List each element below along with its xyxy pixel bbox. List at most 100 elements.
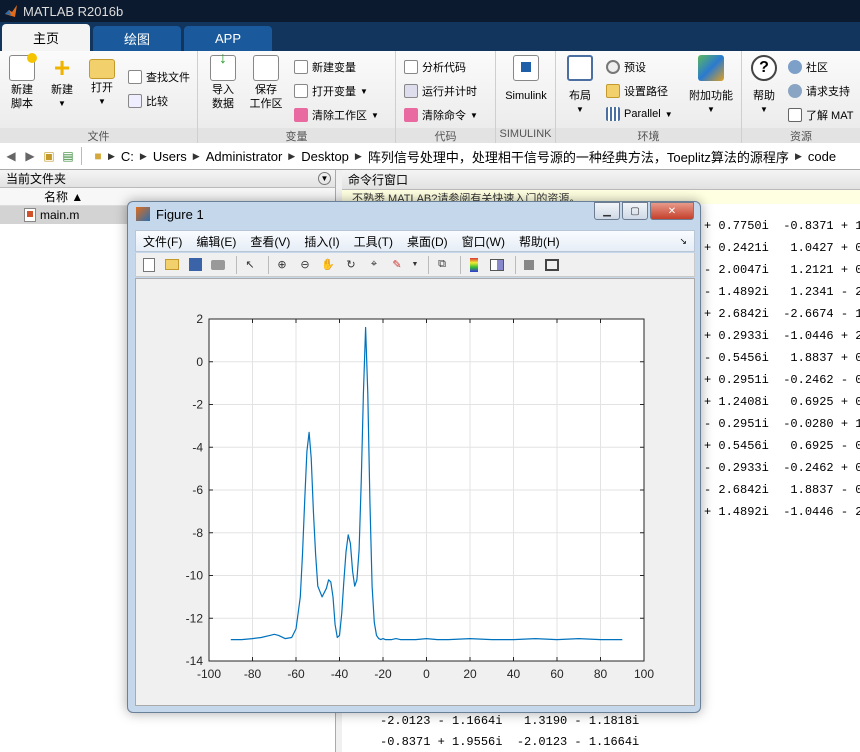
- breadcrumb-drive[interactable]: C:: [121, 149, 134, 164]
- community-icon: [788, 60, 802, 74]
- breadcrumb-code[interactable]: code: [808, 149, 836, 164]
- open-variable-icon: [294, 84, 308, 98]
- hide-plot-tools-icon[interactable]: [520, 256, 538, 274]
- line-chart[interactable]: -100 -80 -60 -40 -20 0 20 40 60 80 10020-2-4-6-8-1…: [136, 279, 694, 705]
- new-script-label-1: 新建: [11, 84, 33, 96]
- breadcrumb-users[interactable]: Users: [153, 149, 187, 164]
- menu-overflow-icon[interactable]: ↘: [679, 236, 687, 247]
- tab-home[interactable]: 主页: [2, 24, 90, 51]
- show-plot-tools-icon[interactable]: [543, 256, 561, 274]
- preferences-button[interactable]: 预设: [606, 59, 646, 75]
- new-script-button[interactable]: 新建 脚本: [6, 53, 38, 111]
- ribbon-group-simulink: Simulink SIMULINK: [496, 51, 556, 143]
- open-button[interactable]: 打开 ▼: [86, 55, 118, 109]
- link-plot-icon[interactable]: ⧉: [433, 256, 451, 274]
- breadcrumb-desktop[interactable]: Desktop: [301, 149, 349, 164]
- figure-window[interactable]: Figure 1 ▁ ▢ ✕ 文件(F) 编辑(E) 查看(V) 插入(I) 工…: [127, 201, 701, 713]
- clear-commands-button[interactable]: 清除命令 ▼: [404, 107, 478, 123]
- chevron-down-icon: ▼: [98, 97, 106, 106]
- x-tick-label: 40: [507, 667, 521, 681]
- print-icon[interactable]: [209, 256, 227, 274]
- figure-menubar: 文件(F) 编辑(E) 查看(V) 插入(I) 工具(T) 桌面(D) 窗口(W…: [135, 230, 695, 252]
- menu-window[interactable]: 窗口(W): [462, 233, 505, 250]
- simulink-icon: [513, 55, 539, 81]
- figure-canvas[interactable]: -100 -80 -60 -40 -20 0 20 40 60 80 100 2 0 -2 -4 -6 -8 -1…: [135, 278, 695, 706]
- forward-arrow-icon[interactable]: ▶: [22, 148, 38, 164]
- save-workspace-button[interactable]: 保存 工作区: [246, 55, 286, 111]
- y-tick-label: -10: [186, 569, 204, 583]
- set-path-button[interactable]: 设置路径: [606, 83, 668, 99]
- pane-menu-icon[interactable]: ▼: [318, 172, 331, 185]
- breadcrumb-administrator[interactable]: Administrator: [206, 149, 283, 164]
- minimize-icon[interactable]: ▁: [594, 202, 620, 220]
- pointer-icon[interactable]: ↖: [241, 256, 259, 274]
- output-line: - 0.2933i -0.2462 + 0: [704, 461, 860, 475]
- support-label: 请求支持: [806, 86, 850, 98]
- run-time-icon: [404, 84, 418, 98]
- pan-hand-icon[interactable]: ✋: [319, 256, 337, 274]
- menu-view[interactable]: 查看(V): [250, 233, 290, 250]
- chevron-down-icon[interactable]: ▼: [411, 256, 419, 274]
- legend-icon[interactable]: [488, 256, 506, 274]
- group-title-file: 文件: [0, 128, 197, 143]
- run-and-time-button[interactable]: 运行并计时: [404, 83, 477, 99]
- help-button[interactable]: ? 帮助 ▼: [746, 55, 782, 117]
- parallel-button[interactable]: Parallel ▼: [606, 107, 673, 121]
- chevron-right-icon: ▶: [192, 150, 200, 161]
- import-data-button[interactable]: ↓ 导入 数据: [206, 51, 240, 111]
- new-variable-button[interactable]: 新建变量: [294, 59, 356, 75]
- data-cursor-icon[interactable]: ⌖: [365, 256, 383, 274]
- menu-edit[interactable]: 编辑(E): [196, 233, 236, 250]
- save-label-2: 工作区: [249, 98, 283, 110]
- menu-tools[interactable]: 工具(T): [354, 233, 393, 250]
- tab-apps[interactable]: APP: [184, 26, 272, 51]
- window-controls: ▁ ▢ ✕: [592, 202, 694, 220]
- learn-matlab-button[interactable]: 了解 MAT: [788, 107, 853, 123]
- open-label: 打开: [91, 82, 113, 94]
- chevron-down-icon: ▼: [707, 105, 715, 114]
- clear-workspace-button[interactable]: 清除工作区 ▼: [294, 107, 379, 123]
- x-tick-label: 100: [634, 667, 654, 681]
- browse-folder-icon[interactable]: ▤: [60, 148, 76, 164]
- brush-icon[interactable]: ✎: [388, 256, 406, 274]
- maximize-icon[interactable]: ▢: [622, 202, 648, 220]
- menu-file[interactable]: 文件(F): [143, 233, 182, 250]
- chevron-down-icon: ▼: [371, 110, 379, 120]
- simulink-button[interactable]: Simulink: [500, 55, 552, 103]
- y-tick-label: -4: [192, 440, 203, 454]
- request-support-button[interactable]: 请求支持: [788, 83, 850, 99]
- preferences-label: 预设: [624, 62, 646, 74]
- menu-help[interactable]: 帮助(H): [519, 233, 560, 250]
- breadcrumb-project-folder[interactable]: 阵列信号处理中，处理相干信号源的一种经典方法，Toeplitz算法的源程序: [368, 147, 789, 166]
- open-variable-button[interactable]: 打开变量 ▼: [294, 83, 368, 99]
- find-files-button[interactable]: 查找文件: [128, 69, 190, 85]
- up-folder-icon[interactable]: ▣: [41, 148, 57, 164]
- group-title-code: 代码: [396, 128, 495, 143]
- save-icon[interactable]: [186, 256, 204, 274]
- folder-icon: ■: [94, 149, 102, 163]
- analyze-label: 分析代码: [422, 62, 466, 74]
- colorbar-icon[interactable]: [465, 256, 483, 274]
- compare-button[interactable]: 比较: [128, 93, 168, 109]
- analyze-code-button[interactable]: 分析代码: [404, 59, 466, 75]
- add-ons-button[interactable]: 附加功能 ▼: [686, 55, 736, 117]
- zoom-out-icon[interactable]: ⊖: [296, 256, 314, 274]
- tab-plots[interactable]: 绘图: [93, 26, 181, 51]
- new-figure-icon[interactable]: [140, 256, 158, 274]
- x-tick-label: 60: [550, 667, 564, 681]
- chevron-down-icon: ▼: [470, 110, 478, 120]
- add-ons-icon: [698, 55, 724, 81]
- close-icon[interactable]: ✕: [650, 202, 694, 220]
- community-button[interactable]: 社区: [788, 59, 828, 75]
- m-file-icon: [24, 208, 36, 222]
- rotate-3d-icon[interactable]: ↻: [342, 256, 360, 274]
- new-button[interactable]: + 新建 ▼: [46, 54, 78, 111]
- open-file-icon[interactable]: [163, 256, 181, 274]
- layout-button[interactable]: 布局 ▼: [562, 55, 598, 117]
- menu-desktop[interactable]: 桌面(D): [407, 233, 448, 250]
- zoom-in-icon[interactable]: ⊕: [273, 256, 291, 274]
- back-arrow-icon[interactable]: ◀: [3, 148, 19, 164]
- menu-insert[interactable]: 插入(I): [304, 233, 339, 250]
- save-label-1: 保存: [255, 84, 277, 96]
- find-files-icon: [128, 70, 142, 84]
